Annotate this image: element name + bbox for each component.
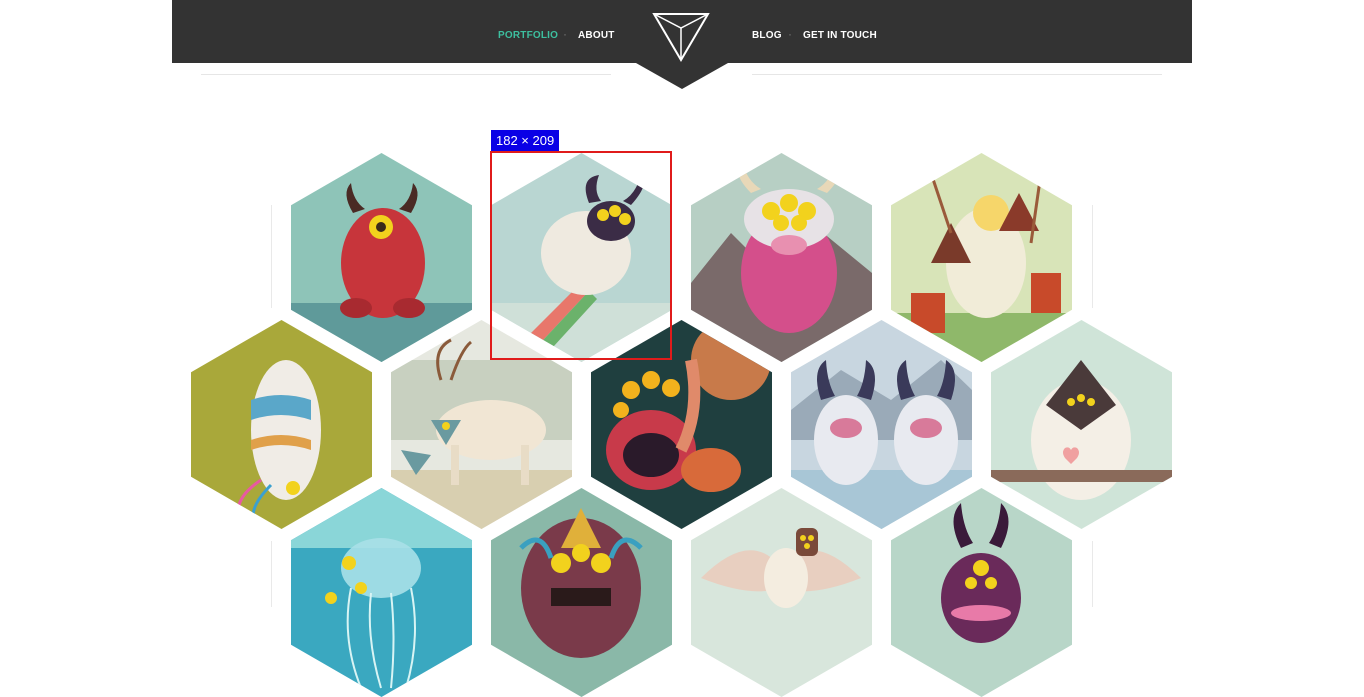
nav-get-in-touch[interactable]: GET IN TOUCH [803,30,877,41]
nav-separator: · [788,27,792,41]
portfolio-item[interactable] [191,320,372,529]
header-rule-right [752,74,1162,75]
portfolio-item[interactable] [691,153,872,362]
portfolio-item[interactable] [491,153,672,362]
divider [271,541,272,607]
portfolio-item[interactable] [391,320,572,529]
portfolio-item[interactable] [891,153,1072,362]
dimension-label: 182 × 209 [491,130,560,151]
portfolio-item[interactable] [291,488,472,697]
portfolio-item[interactable] [491,488,672,697]
triangle-logo-icon[interactable] [652,12,710,64]
portfolio-item[interactable] [791,320,972,529]
portfolio-item[interactable] [691,488,872,697]
divider [1092,205,1093,308]
logo-pendant [636,63,728,89]
portfolio-item[interactable] [591,320,772,529]
nav-blog[interactable]: BLOG [752,30,782,41]
nav-separator: · [563,27,567,41]
header-rule-left [201,74,611,75]
nav-about[interactable]: ABOUT [578,30,615,41]
portfolio-item[interactable] [291,153,472,362]
portfolio-item[interactable] [891,488,1072,697]
nav-portfolio[interactable]: PORTFOLIO [498,30,558,41]
portfolio-item[interactable] [991,320,1172,529]
divider [1092,541,1093,607]
divider [271,205,272,308]
